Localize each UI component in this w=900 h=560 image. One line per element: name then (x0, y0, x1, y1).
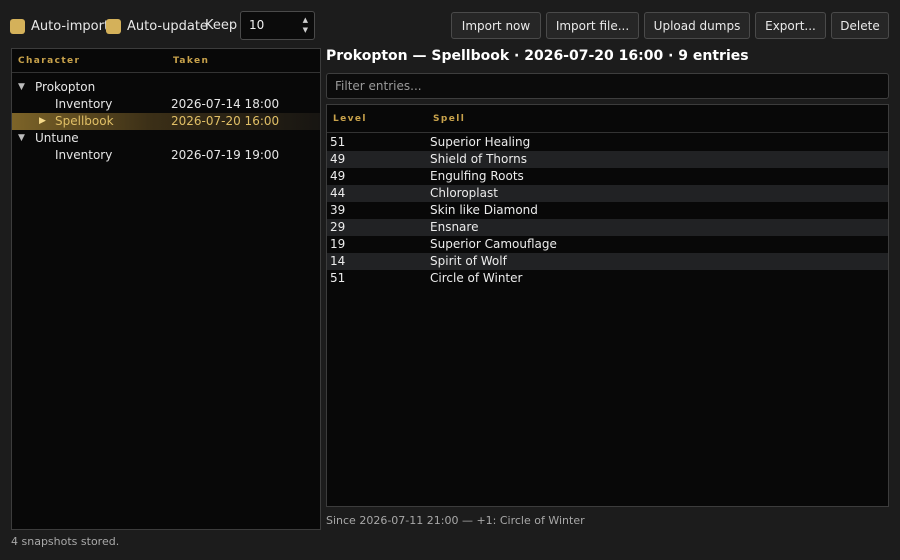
triangle-right-icon[interactable]: ▶ (39, 113, 46, 130)
tree-character-row[interactable]: ▼ Untune (12, 130, 320, 147)
checkbox-checked-icon (106, 18, 121, 34)
cell-level: 14 (330, 254, 346, 268)
table-row[interactable]: 49 Shield of Thorns (327, 151, 888, 168)
import-file-button[interactable]: Import file... (546, 12, 639, 39)
cell-spell: Shield of Thorns (430, 152, 527, 166)
upload-dumps-button[interactable]: Upload dumps (644, 12, 750, 39)
snapshot-name: Inventory (55, 97, 113, 111)
cell-level: 44 (330, 186, 346, 200)
cell-spell: Skin like Diamond (430, 203, 538, 217)
table-row[interactable]: 49 Engulfing Roots (327, 168, 888, 185)
filter-box[interactable] (326, 73, 889, 99)
cell-spell: Chloroplast (430, 186, 498, 200)
export-button[interactable]: Export... (755, 12, 826, 39)
table-row[interactable]: 39 Skin like Diamond (327, 202, 888, 219)
checkbox-checked-icon (10, 18, 25, 34)
snapshot-tree[interactable]: Character Taken ▼ Prokopton Inventory 20… (11, 48, 321, 530)
column-header-spell[interactable]: Spell (433, 114, 465, 124)
table-row[interactable]: 19 Superior Camouflage (327, 236, 888, 253)
triangle-down-icon[interactable]: ▼ (18, 79, 25, 96)
tree-snapshot-row-selected[interactable]: ▶ Spellbook 2026-07-20 16:00 (12, 113, 320, 130)
cell-level: 39 (330, 203, 346, 217)
snapshot-taken: 2026-07-14 18:00 (171, 97, 280, 111)
cell-level: 29 (330, 220, 346, 234)
table-row[interactable]: 51 Superior Healing (327, 134, 888, 151)
cell-spell: Spirit of Wolf (430, 254, 507, 268)
diff-status: Since 2026-07-11 21:00 — +1: Circle of W… (326, 514, 585, 527)
column-header-character[interactable]: Character (18, 56, 80, 66)
spin-up-icon[interactable]: ▲ (303, 17, 308, 24)
cell-spell: Superior Healing (430, 135, 531, 149)
cell-level: 19 (330, 237, 346, 251)
cell-level: 49 (330, 152, 346, 166)
toolbar: Auto-import Auto-update Keep 10 ▲ ▼ Impo… (10, 11, 889, 40)
delete-button[interactable]: Delete (831, 12, 889, 39)
cell-spell: Ensnare (430, 220, 479, 234)
tree-snapshot-row[interactable]: Inventory 2026-07-19 19:00 (12, 147, 320, 164)
entries-table[interactable]: Level Spell 51 Superior Healing 49 Shield … (326, 104, 889, 507)
character-name: Untune (35, 131, 79, 145)
cell-spell: Circle of Winter (430, 271, 523, 285)
character-name: Prokopton (35, 80, 96, 94)
tree-character-row[interactable]: ▼ Prokopton (12, 79, 320, 96)
cell-spell: Engulfing Roots (430, 169, 524, 183)
cell-spell: Superior Camouflage (430, 237, 557, 251)
cell-level: 51 (330, 135, 346, 149)
filter-input[interactable] (327, 74, 888, 98)
table-header: Level Spell (327, 105, 888, 133)
import-now-button[interactable]: Import now (451, 12, 541, 39)
table-row[interactable]: 29 Ensnare (327, 219, 888, 236)
keep-value: 10 (249, 18, 265, 32)
tree-snapshot-row[interactable]: Inventory 2026-07-14 18:00 (12, 96, 320, 113)
footer-status: 4 snapshots stored. (11, 535, 120, 548)
auto-update-checkbox[interactable]: Auto-update (106, 18, 208, 34)
column-header-level[interactable]: Level (333, 114, 367, 124)
triangle-down-icon[interactable]: ▼ (18, 130, 25, 147)
table-row[interactable]: 44 Chloroplast (327, 185, 888, 202)
keep-spinbox[interactable]: 10 ▲ ▼ (240, 11, 315, 40)
snapshot-taken: 2026-07-20 16:00 (171, 114, 280, 128)
cell-level: 49 (330, 169, 346, 183)
table-row[interactable]: 51 Circle of Winter (327, 270, 888, 287)
spin-down-icon[interactable]: ▼ (303, 27, 308, 34)
detail-title: Prokopton — Spellbook · 2026-07-20 16:00… (326, 48, 749, 64)
auto-import-checkbox[interactable]: Auto-import (10, 18, 109, 34)
snapshot-name: Inventory (55, 148, 113, 162)
keep-label: Keep (205, 18, 238, 33)
auto-update-label: Auto-update (127, 18, 208, 34)
table-row[interactable]: 14 Spirit of Wolf (327, 253, 888, 270)
tree-header: Character Taken (12, 49, 320, 73)
snapshot-taken: 2026-07-19 19:00 (171, 148, 280, 162)
column-header-taken[interactable]: Taken (173, 56, 209, 66)
snapshot-name: Spellbook (55, 114, 114, 128)
auto-import-label: Auto-import (31, 18, 110, 34)
cell-level: 51 (330, 271, 346, 285)
